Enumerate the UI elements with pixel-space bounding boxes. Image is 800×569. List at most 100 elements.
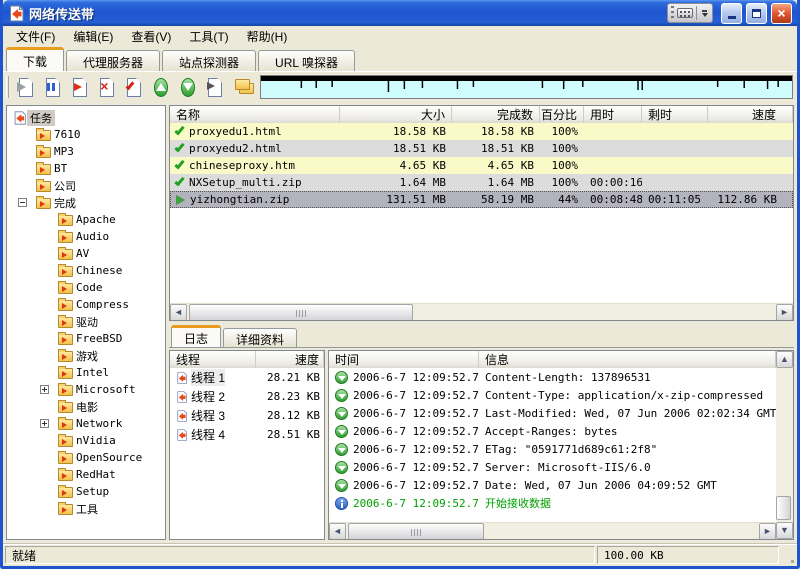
- thread-row[interactable]: 线程 1 28.21 KB: [170, 368, 324, 387]
- tab-site-explorer[interactable]: 站点探测器: [162, 50, 256, 71]
- column-elapsed[interactable]: 用时: [584, 106, 642, 123]
- tree-item-tasks[interactable]: 任务: [7, 109, 165, 126]
- column-completed[interactable]: 完成数: [452, 106, 540, 123]
- move-down-button[interactable]: [175, 74, 201, 100]
- download-row-selected[interactable]: yizhongtian.zip 131.51 MB 58.19 MB 44% 0…: [170, 191, 793, 208]
- tree-item-label: Microsoft: [73, 383, 139, 396]
- drag-handle-icon[interactable]: [671, 6, 674, 20]
- tree-item-setup[interactable]: Setup: [7, 483, 165, 500]
- log-row[interactable]: 2006-6-7 12:09:52.718 Server: Microsoft-…: [329, 458, 776, 476]
- tree-item-network[interactable]: Network: [7, 415, 165, 432]
- log-row[interactable]: 2006-6-7 12:09:52.718 ETag: "0591771d689…: [329, 440, 776, 458]
- column-thread-speed[interactable]: 速度: [256, 351, 324, 368]
- tree-item-intel[interactable]: Intel: [7, 364, 165, 381]
- tree-item-bt[interactable]: BT: [7, 160, 165, 177]
- maximize-button[interactable]: [746, 3, 767, 24]
- tree-item-movies[interactable]: 电影: [7, 398, 165, 415]
- thread-row[interactable]: 线程 3 28.12 KB: [170, 406, 324, 425]
- tree-item-tools[interactable]: 工具: [7, 500, 165, 517]
- expand-icon[interactable]: [40, 385, 49, 394]
- download-list-hscrollbar[interactable]: ◄ ►: [170, 303, 793, 320]
- tab-details[interactable]: 详细资料: [223, 328, 297, 347]
- pause-button[interactable]: [40, 74, 66, 100]
- collapse-icon[interactable]: [18, 198, 27, 207]
- scroll-down-button[interactable]: ▼: [776, 522, 793, 539]
- tree-item-mp3[interactable]: MP3: [7, 143, 165, 160]
- scroll-track[interactable]: [187, 304, 776, 320]
- move-up-button[interactable]: [148, 74, 174, 100]
- scroll-right-button[interactable]: ►: [759, 523, 776, 540]
- tree-item-company[interactable]: 公司: [7, 177, 165, 194]
- scroll-thumb[interactable]: [348, 523, 484, 540]
- tree-item-drivers[interactable]: 驱动: [7, 313, 165, 330]
- resize-grip[interactable]: [781, 546, 795, 564]
- log-row[interactable]: 2006-6-7 12:09:52.718 Content-Type: appl…: [329, 386, 776, 404]
- column-thread[interactable]: 线程: [170, 351, 256, 368]
- download-row[interactable]: proxyedu2.html 18.51 KB 18.51 KB 100%: [170, 140, 793, 157]
- log-row[interactable]: 2006-6-7 12:09:52.718 Date: Wed, 07 Jun …: [329, 476, 776, 494]
- tree-item-microsoft[interactable]: Microsoft: [7, 381, 165, 398]
- log-row[interactable]: 2006-6-7 12:09:52.781 开始接收数据: [329, 494, 776, 512]
- column-name[interactable]: 名称: [170, 106, 340, 123]
- tree-item-audio[interactable]: Audio: [7, 228, 165, 245]
- scroll-right-button[interactable]: ►: [776, 304, 793, 321]
- column-remaining[interactable]: 剩时: [642, 106, 708, 123]
- log-vscrollbar[interactable]: ▲ ▼: [776, 351, 793, 539]
- toolbar-grip[interactable]: [6, 76, 9, 98]
- menu-tools[interactable]: 工具(T): [180, 26, 237, 47]
- tab-download[interactable]: 下载: [6, 47, 64, 71]
- scroll-track[interactable]: [776, 368, 793, 522]
- tree-item-compress[interactable]: Compress: [7, 296, 165, 313]
- menu-edit[interactable]: 编辑(E): [64, 26, 122, 47]
- new-task-button[interactable]: [13, 74, 39, 100]
- thread-row[interactable]: 线程 2 28.23 KB: [170, 387, 324, 406]
- log-row[interactable]: 2006-6-7 12:09:52.718 Content-Length: 13…: [329, 368, 776, 386]
- tree-item-games[interactable]: 游戏: [7, 347, 165, 364]
- menu-file[interactable]: 文件(F): [7, 26, 64, 47]
- scroll-thumb[interactable]: [189, 304, 413, 321]
- title-bar[interactable]: 网络传送带 ×: [3, 0, 797, 26]
- verify-button[interactable]: [121, 74, 147, 100]
- open-file-button[interactable]: [202, 74, 228, 100]
- tree-item-code[interactable]: Code: [7, 279, 165, 296]
- column-speed[interactable]: 速度: [708, 106, 793, 123]
- expand-icon[interactable]: [40, 419, 49, 428]
- scroll-left-button[interactable]: ◄: [170, 304, 187, 321]
- column-message[interactable]: 信息: [479, 351, 776, 368]
- column-size[interactable]: 大小: [340, 106, 452, 123]
- download-row[interactable]: NXSetup_multi.zip 1.64 MB 1.64 MB 100% 0…: [170, 174, 793, 191]
- resume-button[interactable]: [67, 74, 93, 100]
- scroll-track[interactable]: [346, 523, 759, 539]
- delete-button[interactable]: ×: [94, 74, 120, 100]
- open-folder-button[interactable]: [229, 74, 255, 100]
- tab-proxy-server[interactable]: 代理服务器: [66, 50, 160, 71]
- menu-view[interactable]: 查看(V): [122, 26, 180, 47]
- close-button[interactable]: ×: [771, 3, 792, 24]
- log-row[interactable]: 2006-6-7 12:09:52.718 Accept-Ranges: byt…: [329, 422, 776, 440]
- log-hscrollbar[interactable]: ◄ ►: [329, 522, 776, 539]
- tree-item-nvidia[interactable]: nVidia: [7, 432, 165, 449]
- tree-item-apache[interactable]: Apache: [7, 211, 165, 228]
- tree-item-redhat[interactable]: RedHat: [7, 466, 165, 483]
- tree-item-opensource[interactable]: OpenSource: [7, 449, 165, 466]
- language-bar-options[interactable]: [700, 10, 709, 17]
- minimize-button[interactable]: [721, 3, 742, 24]
- download-row[interactable]: chineseproxy.htm 4.65 KB 4.65 KB 100%: [170, 157, 793, 174]
- tree-item-done[interactable]: 完成: [7, 194, 165, 211]
- scroll-up-button[interactable]: ▲: [776, 351, 793, 368]
- tree-item-chinese[interactable]: Chinese: [7, 262, 165, 279]
- thread-row[interactable]: 线程 4 28.51 KB: [170, 425, 324, 444]
- scroll-thumb[interactable]: [776, 496, 791, 520]
- log-row[interactable]: 2006-6-7 12:09:52.718 Last-Modified: Wed…: [329, 404, 776, 422]
- menu-help[interactable]: 帮助(H): [238, 26, 297, 47]
- column-percent[interactable]: 百分比: [540, 106, 584, 123]
- tree-item-7610[interactable]: 7610: [7, 126, 165, 143]
- scroll-left-button[interactable]: ◄: [329, 523, 346, 540]
- tab-log[interactable]: 日志: [171, 325, 221, 347]
- language-bar[interactable]: [667, 3, 713, 23]
- tree-item-freebsd[interactable]: FreeBSD: [7, 330, 165, 347]
- tab-url-sniffer[interactable]: URL 嗅探器: [258, 50, 355, 71]
- download-row[interactable]: proxyedu1.html 18.58 KB 18.58 KB 100%: [170, 123, 793, 140]
- tree-item-av[interactable]: AV: [7, 245, 165, 262]
- column-time[interactable]: 时间: [329, 351, 479, 368]
